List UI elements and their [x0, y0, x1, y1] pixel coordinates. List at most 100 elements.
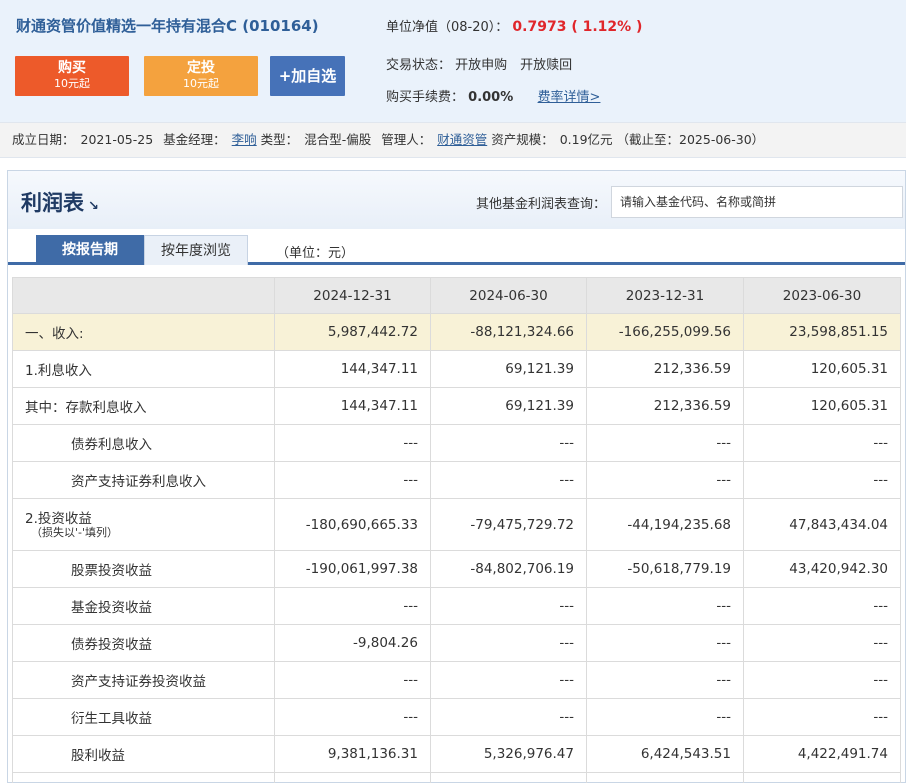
row-value: --- [430, 661, 587, 699]
row-value: -44,194,235.68 [586, 498, 744, 551]
trade-status-line: 交易状态： 开放申购 开放赎回 [386, 54, 572, 73]
plan-button-sublabel: 10元起 [183, 77, 219, 90]
plan-invest-button[interactable]: 定投 10元起 [144, 56, 258, 96]
scale-label: 资产规模： [491, 132, 554, 147]
row-value [586, 772, 744, 783]
fund-search-input[interactable] [611, 186, 903, 218]
row-value: 5,987,442.72 [274, 313, 431, 351]
fund-header: 财通资管价值精选一年持有混合C (010164) 购买 10元起 定投 10元起… [0, 0, 906, 122]
row-value: --- [274, 587, 431, 625]
row-label: 一、收入: [12, 313, 275, 351]
row-value: 144,347.11 [274, 387, 431, 425]
fee-detail-link[interactable]: 费率详情> [538, 90, 601, 105]
arrow-icon: ↘ [88, 199, 99, 214]
row-label-main: 2.投资收益 [25, 510, 92, 527]
row-label: 其中：存款利息收入 [12, 387, 275, 425]
row-value: 43,420,942.30 [743, 550, 901, 588]
nav-value: 0.7973 ( 1.12% ) [512, 19, 643, 35]
unit-label: （单位：元） [276, 246, 355, 261]
row-label: 债券投资收益 [12, 624, 275, 662]
table-header-cell: 2024-06-30 [430, 277, 587, 314]
row-value: 69,121.39 [430, 387, 587, 425]
panel-title-text: 利润表 [21, 191, 84, 215]
row-value [743, 772, 901, 783]
row-label: 基金投资收益 [12, 587, 275, 625]
row-label: 资产支持证券投资收益 [12, 661, 275, 699]
panel-title: 利润表 ↘ [21, 187, 99, 217]
row-value: 5,326,976.47 [430, 735, 587, 773]
row-label: 2.投资收益 （损失以'-'填列） [12, 498, 275, 551]
row-value: --- [586, 424, 744, 462]
row-value: -84,802,706.19 [430, 550, 587, 588]
admin-link[interactable]: 财通资管 [437, 132, 487, 147]
row-value: 23,598,851.15 [743, 313, 901, 351]
nav-label: 单位净值（08-20）： [386, 20, 509, 35]
row-label: 股票投资收益 [12, 550, 275, 588]
trade-status-value: 开放申购 开放赎回 [455, 58, 573, 73]
row-value: 4,422,491.74 [743, 735, 901, 773]
row-value: -88,121,324.66 [430, 313, 587, 351]
row-value: 212,336.59 [586, 350, 744, 388]
income-statement-table: 2024-12-31 2024-06-30 2023-12-31 2023-06… [12, 277, 901, 783]
table-row [12, 772, 901, 783]
trade-status-label: 交易状态： [386, 58, 452, 73]
row-value: --- [586, 587, 744, 625]
plan-button-label: 定投 [187, 60, 215, 76]
established-value: 2021-05-25 [80, 132, 154, 147]
row-value: --- [274, 661, 431, 699]
table-header-row: 2024-12-31 2024-06-30 2023-12-31 2023-06… [12, 277, 901, 314]
row-value: 69,121.39 [430, 350, 587, 388]
row-value: --- [743, 587, 901, 625]
established-label: 成立日期： [12, 132, 75, 147]
row-value: --- [743, 624, 901, 662]
row-value [430, 772, 587, 783]
row-value: 120,605.31 [743, 350, 901, 388]
row-value: -9,804.26 [274, 624, 431, 662]
buy-button[interactable]: 购买 10元起 [15, 56, 129, 96]
row-value: 144,347.11 [274, 350, 431, 388]
row-label [12, 772, 275, 783]
row-value: --- [743, 461, 901, 499]
row-value [274, 772, 431, 783]
row-value: -190,061,997.38 [274, 550, 431, 588]
tab-by-report-period[interactable]: 按报告期 [36, 235, 144, 265]
fund-meta-bar: 成立日期： 2021-05-25 基金经理： 李响 类型： 混合型-偏股 管理人： 财通… [0, 122, 906, 158]
row-value: --- [586, 461, 744, 499]
row-value: 212,336.59 [586, 387, 744, 425]
manager-link[interactable]: 李响 [232, 132, 257, 147]
row-value: --- [586, 624, 744, 662]
table-header-cell [12, 277, 275, 314]
row-label-note: （损失以'-'填列） [31, 525, 119, 539]
table-row: 其中：存款利息收入 144,347.11 69,121.39 212,336.5… [12, 387, 901, 425]
row-value: 9,381,136.31 [274, 735, 431, 773]
table-row: 衍生工具收益 --- --- --- --- [12, 698, 901, 736]
income-statement-panel: 利润表 ↘ 其他基金利润表查询： 按报告期 按年度浏览 （单位：元） 2024-1… [7, 170, 906, 783]
tab-by-year[interactable]: 按年度浏览 [144, 235, 248, 265]
row-value: --- [743, 698, 901, 736]
row-value: 6,424,543.51 [586, 735, 744, 773]
table-header-cell: 2024-12-31 [274, 277, 431, 314]
add-favorite-button[interactable]: +加自选 [270, 56, 345, 96]
table-row: 2.投资收益 （损失以'-'填列） -180,690,665.33 -79,47… [12, 498, 901, 551]
query-label: 其他基金利润表查询： [476, 197, 607, 212]
table-row: 一、收入: 5,987,442.72 -88,121,324.66 -166,2… [12, 313, 901, 351]
fund-title[interactable]: 财通资管价值精选一年持有混合C (010164) [16, 15, 319, 36]
row-value: --- [430, 461, 587, 499]
row-value: --- [274, 461, 431, 499]
row-value: -50,618,779.19 [586, 550, 744, 588]
row-label: 1.利息收入 [12, 350, 275, 388]
table-row: 股票投资收益 -190,061,997.38 -84,802,706.19 -5… [12, 550, 901, 588]
fee-line: 购买手续费： 0.00% 费率详情> [386, 86, 600, 105]
table-row: 债券投资收益 -9,804.26 --- --- --- [12, 624, 901, 662]
panel-header: 利润表 ↘ 其他基金利润表查询： [8, 171, 905, 229]
table-header-cell: 2023-06-30 [743, 277, 901, 314]
row-value: --- [274, 424, 431, 462]
row-value: -166,255,099.56 [586, 313, 744, 351]
row-label: 股利收益 [12, 735, 275, 773]
fee-value: 0.00% [468, 90, 514, 105]
row-value: --- [586, 698, 744, 736]
row-value: -79,475,729.72 [430, 498, 587, 551]
type-value: 混合型-偏股 [304, 132, 372, 147]
row-value: --- [743, 424, 901, 462]
row-value: --- [430, 587, 587, 625]
